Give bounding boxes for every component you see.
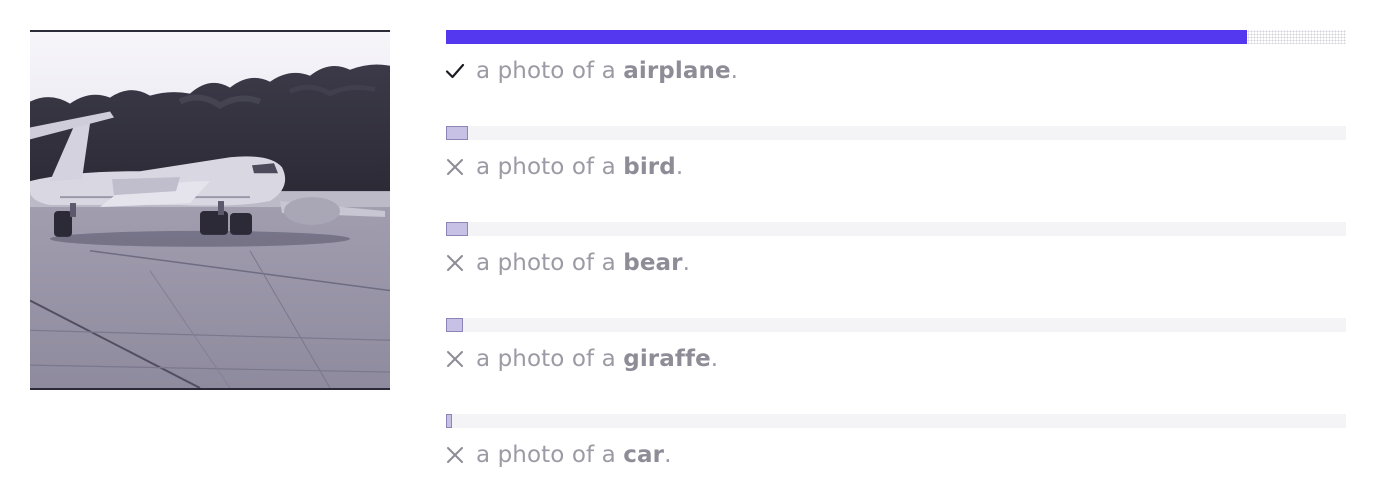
checkmark-icon — [442, 58, 468, 84]
cross-icon — [442, 154, 468, 180]
probability-bar — [446, 30, 1247, 44]
airplane-photo — [30, 32, 390, 388]
input-image — [30, 30, 390, 390]
probability-track — [446, 414, 1346, 428]
prediction-row-bear: a photo of a bear. — [446, 222, 1346, 282]
cross-icon — [442, 442, 468, 468]
probability-bar — [446, 222, 468, 236]
prediction-row-airplane: a photo of a airplane. — [445, 30, 1346, 90]
probability-track — [446, 222, 1346, 236]
prediction-label: a photo of a airplane. — [476, 58, 739, 84]
prediction-row-bird: a photo of a bird. — [446, 126, 1346, 186]
probability-bar — [446, 318, 463, 332]
cross-icon — [442, 250, 468, 276]
prediction-row-giraffe: a photo of a giraffe. — [446, 318, 1346, 378]
cross-icon — [442, 346, 468, 372]
prediction-row-car: a photo of a car. — [446, 414, 1346, 474]
probability-track — [446, 126, 1346, 140]
probability-track — [446, 30, 1346, 44]
prediction-label: a photo of a bear. — [476, 250, 690, 276]
prediction-label: a photo of a giraffe. — [476, 346, 719, 372]
probability-bar — [446, 414, 452, 428]
probability-bar — [446, 126, 468, 140]
prediction-label: a photo of a bird. — [476, 154, 684, 180]
prediction-label: a photo of a car. — [476, 442, 672, 468]
probability-track — [446, 318, 1346, 332]
